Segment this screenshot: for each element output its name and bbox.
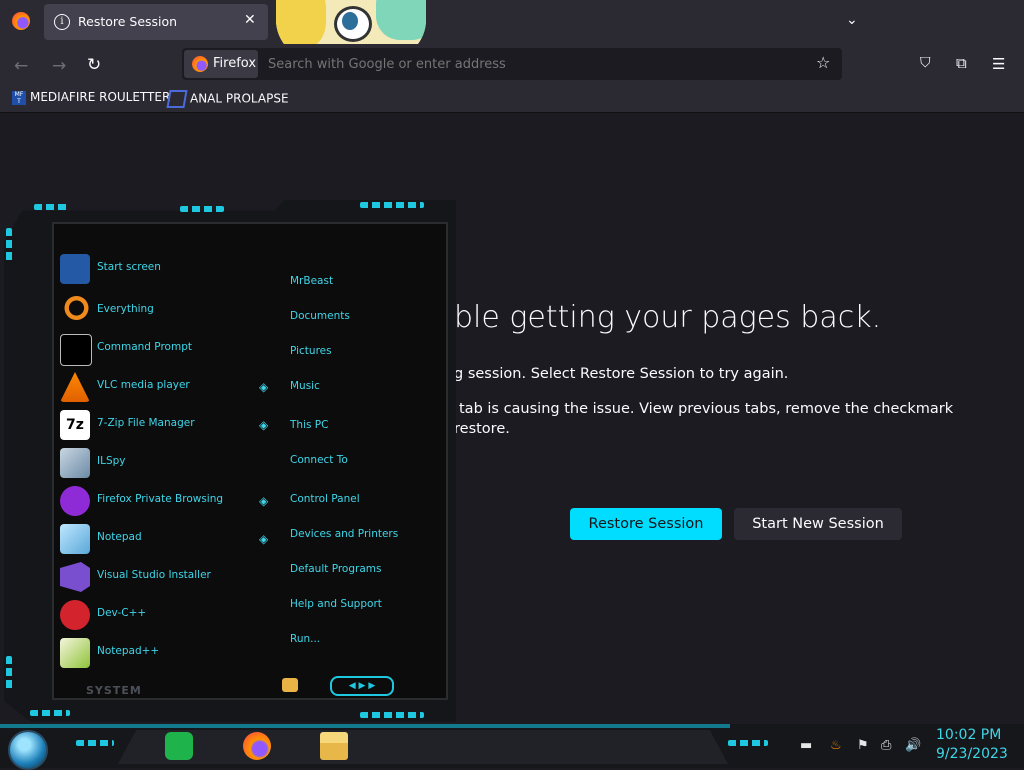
start-item-vlc[interactable]: VLC media player: [60, 370, 260, 404]
7zip-icon: 7z: [60, 410, 90, 440]
start-item-command-prompt[interactable]: Command Prompt: [60, 332, 260, 366]
start-new-session-button[interactable]: Start New Session: [734, 508, 902, 540]
start-link-default-programs[interactable]: Default Programs: [290, 563, 381, 575]
firefox-private-icon: [60, 486, 90, 516]
hint-text-line2: restore.: [454, 421, 510, 437]
chevron-down-icon[interactable]: ⌄: [846, 12, 858, 28]
network-icon[interactable]: ⎙: [881, 738, 891, 753]
start-item-vs-installer[interactable]: Visual Studio Installer: [60, 560, 260, 594]
back-arrow-icon[interactable]: ←: [14, 56, 28, 76]
start-item-notepad-plus-plus[interactable]: Notepad++: [60, 636, 260, 670]
forward-arrow-icon[interactable]: →: [52, 56, 66, 76]
firefox-logo-icon: [192, 56, 208, 72]
bookmark-label: MEDIAFIRE ROULETTER: [30, 90, 171, 104]
info-icon: i: [54, 14, 70, 30]
notes-app-icon[interactable]: [165, 732, 193, 760]
start-item-7zip[interactable]: 7z 7-Zip File Manager: [60, 408, 260, 442]
tab-restore-session[interactable]: i Restore Session ✕: [44, 4, 268, 40]
submenu-arrow-icon: ◈: [259, 380, 269, 394]
bookmark-label: ANAL PROLAPSE: [190, 91, 289, 106]
show-hidden-icons-icon[interactable]: ▬: [800, 738, 812, 753]
submenu-arrow-icon: ◈: [259, 494, 269, 508]
bookmark-item-mediafire[interactable]: MF T MEDIAFIRE ROULETTER: [12, 90, 170, 105]
start-orb-icon[interactable]: [8, 730, 48, 770]
menu-icon[interactable]: ☰: [992, 55, 1005, 73]
url-bar[interactable]: Firefox ☆: [182, 48, 842, 80]
restore-session-button[interactable]: Restore Session: [570, 508, 722, 540]
ilspy-icon: [60, 448, 90, 478]
firefox-view-icon[interactable]: [12, 12, 30, 30]
start-link-devices-printers[interactable]: Devices and Printers: [290, 528, 398, 540]
tab-title: Restore Session: [78, 14, 178, 29]
start-item-start-screen[interactable]: Start screen: [60, 252, 260, 286]
submenu-arrow-icon: ◈: [259, 532, 269, 546]
pocket-icon[interactable]: ⛉: [920, 55, 931, 71]
extensions-icon[interactable]: ⧉: [956, 54, 967, 72]
firefox-icon[interactable]: [243, 732, 271, 760]
notepad-plus-plus-icon: [60, 638, 90, 668]
start-link-documents[interactable]: Documents: [290, 310, 350, 322]
dev-cpp-icon: [60, 600, 90, 630]
mediafire-icon: MF T: [12, 90, 26, 105]
volume-icon[interactable]: 🔊: [905, 738, 921, 753]
frame-accent: [360, 202, 424, 208]
clock-time[interactable]: 10:02 PM: [936, 727, 1001, 743]
java-icon[interactable]: ♨: [830, 738, 842, 753]
start-link-music[interactable]: Music: [290, 380, 320, 392]
start-item-ilspy[interactable]: ILSpy: [60, 446, 260, 480]
start-menu-nav-arrows[interactable]: ◀ ▶ ▶: [330, 676, 394, 696]
reload-icon[interactable]: ↻: [87, 55, 101, 75]
identity-label: Firefox: [213, 56, 257, 71]
identity-box[interactable]: Firefox: [184, 50, 258, 78]
description-text: g session. Select Restore Session to try…: [454, 366, 789, 382]
flag-icon[interactable]: ⚑: [857, 738, 869, 753]
start-item-everything[interactable]: Everything: [60, 294, 260, 328]
start-item-firefox-private[interactable]: Firefox Private Browsing: [60, 484, 260, 518]
frame-accent: [6, 228, 12, 264]
start-link-control-panel[interactable]: Control Panel: [290, 493, 360, 505]
start-link-run[interactable]: Run...: [290, 633, 320, 645]
bookmark-star-icon[interactable]: ☆: [816, 53, 830, 72]
clock-date[interactable]: 9/23/2023: [936, 746, 1008, 762]
frame-accent: [30, 710, 70, 716]
hint-text-line1: tab is causing the issue. View previous …: [459, 401, 954, 417]
everything-search-icon: [60, 296, 90, 326]
taskbar-accent: [76, 740, 114, 746]
notepad-icon: [60, 524, 90, 554]
visual-studio-installer-icon: [60, 562, 90, 592]
start-menu: Start screen Everything Command Prompt V…: [4, 200, 456, 722]
page-title: ble getting your pages back.: [454, 300, 882, 335]
file-explorer-icon[interactable]: [320, 732, 348, 760]
start-item-notepad[interactable]: Notepad: [60, 522, 260, 556]
start-link-pictures[interactable]: Pictures: [290, 345, 332, 357]
start-screen-icon: [60, 254, 90, 284]
search-input[interactable]: [266, 52, 790, 76]
frame-accent: [6, 656, 12, 692]
frame-accent: [360, 712, 424, 718]
bookmark-icon: [166, 90, 188, 108]
shutdown-icon[interactable]: [282, 678, 298, 692]
system-label: SYSTEM: [86, 684, 142, 697]
taskbar-apps-area: [118, 730, 728, 764]
close-tab-icon[interactable]: ✕: [244, 12, 256, 28]
frame-accent: [34, 204, 70, 210]
submenu-arrow-icon: ◈: [259, 418, 269, 432]
start-link-help-support[interactable]: Help and Support: [290, 598, 382, 610]
start-link-connect-to[interactable]: Connect To: [290, 454, 348, 466]
start-item-dev-cpp[interactable]: Dev-C++: [60, 598, 260, 632]
command-prompt-icon: [60, 334, 92, 366]
taskbar-accent-line: [0, 724, 730, 728]
bookmark-item-2[interactable]: ANAL PROLAPSE: [166, 90, 289, 108]
taskbar-accent: [728, 740, 768, 746]
vlc-icon: [60, 372, 90, 402]
start-link-mrbeast[interactable]: MrBeast: [290, 275, 333, 287]
start-link-this-pc[interactable]: This PC: [290, 419, 328, 431]
frame-accent: [180, 206, 224, 212]
